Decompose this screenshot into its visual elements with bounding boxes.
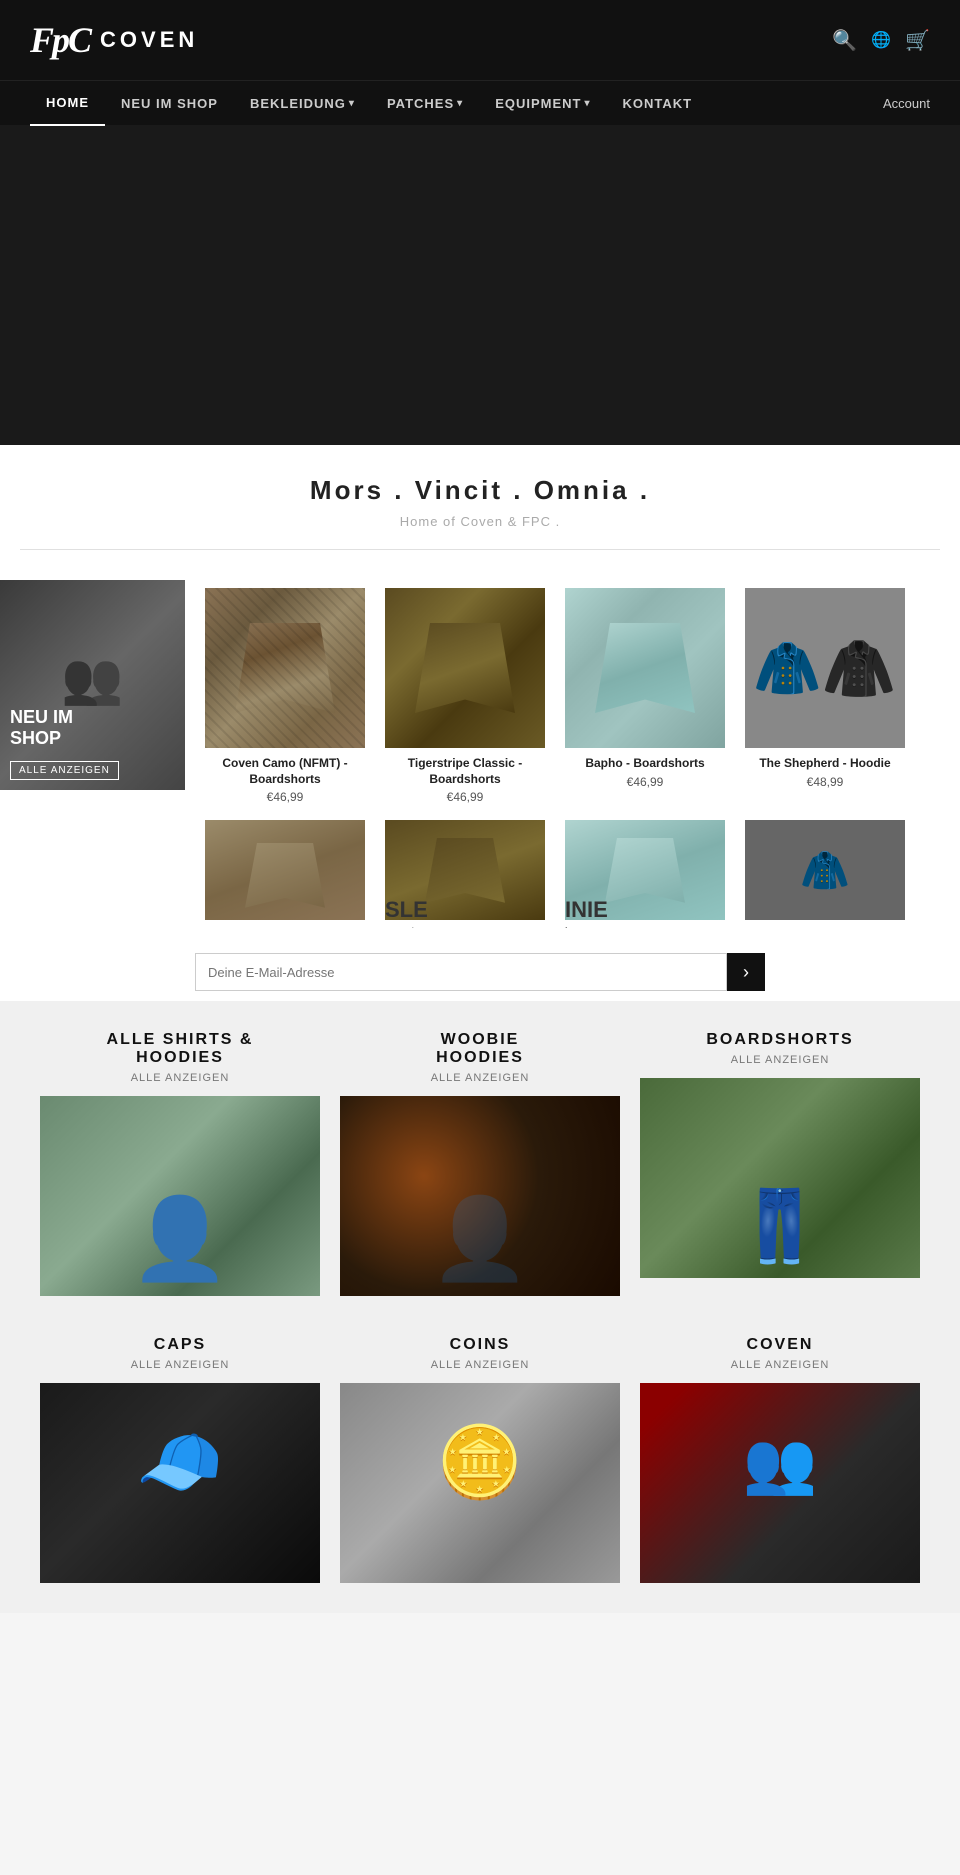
category-title: ALLE SHIRTS &HOODIES xyxy=(40,1031,320,1067)
category-coven: COVEN ALLE ANZEIGEN xyxy=(640,1336,920,1583)
product-card[interactable]: Coven Camo (NFMT) - Boardshorts €46,99 xyxy=(195,580,375,812)
products-row-1: Coven Camo (NFMT) - Boardshorts €46,99 T… xyxy=(195,580,960,812)
partial-sublabel-inie: les m xyxy=(565,926,591,928)
logo-coven: COVEN xyxy=(100,27,198,53)
site-header: FpC COVEN 🔍 🌐 🛒 xyxy=(0,0,960,80)
nav-item-equipment[interactable]: EQUIPMENT ▾ xyxy=(479,81,606,126)
category-image[interactable] xyxy=(640,1383,920,1583)
category-image[interactable] xyxy=(40,1383,320,1583)
tagline-title: Mors . Vincit . Omnia . xyxy=(20,475,940,506)
product-name: Coven Camo (NFMT) - Boardshorts xyxy=(203,756,367,787)
header-icons: 🔍 🌐 🛒 xyxy=(832,28,930,53)
main-nav: HOME NEU IM SHOP BEKLEIDUNG ▾ PATCHES ▾ … xyxy=(0,80,960,125)
category-shirts-hoodies: ALLE SHIRTS &HOODIES ALLE ANZEIGEN xyxy=(40,1031,320,1296)
category-image[interactable] xyxy=(40,1096,320,1296)
category-link[interactable]: ALLE ANZEIGEN xyxy=(40,1359,320,1371)
product-name: Bapho - Boardshorts xyxy=(563,756,727,772)
nav-item-neu[interactable]: NEU IM SHOP xyxy=(105,81,234,126)
chevron-down-icon: ▾ xyxy=(349,98,355,109)
product-card-sm[interactable]: 🧥 xyxy=(735,812,915,928)
logo[interactable]: FpC COVEN xyxy=(30,19,198,61)
product-name: The Shepherd - Hoodie xyxy=(743,756,907,772)
product-name: Tigerstripe Classic - Boardshorts xyxy=(383,756,547,787)
newsletter-submit-button[interactable]: › xyxy=(727,953,765,991)
category-link[interactable]: ALLE ANZEIGEN xyxy=(340,1359,620,1371)
product-card-sm[interactable]: SLE asse I xyxy=(375,812,555,928)
product-card[interactable]: Tigerstripe Classic - Boardshorts €46,99 xyxy=(375,580,555,812)
categories-row-2: CAPS ALLE ANZEIGEN COINS ALLE ANZEIGEN C… xyxy=(0,1326,960,1613)
category-image[interactable] xyxy=(640,1078,920,1278)
tagline-subtitle: Home of Coven & FPC . xyxy=(20,514,940,529)
product-shape xyxy=(415,623,515,713)
category-title: COVEN xyxy=(640,1336,920,1354)
category-title: WOOBIEHOODIES xyxy=(340,1031,620,1067)
chevron-down-icon: ▾ xyxy=(457,98,463,109)
cart-icon[interactable]: 🛒 xyxy=(905,28,930,53)
flag-icon[interactable]: 🌐 xyxy=(871,30,891,50)
product-price: €46,99 xyxy=(563,775,727,789)
product-image: 🧥 xyxy=(745,588,905,748)
category-image[interactable] xyxy=(340,1096,620,1296)
category-link[interactable]: ALLE ANZEIGEN xyxy=(640,1054,920,1066)
category-link[interactable]: ALLE ANZEIGEN xyxy=(340,1072,620,1084)
products-container: Coven Camo (NFMT) - Boardshorts €46,99 T… xyxy=(195,580,960,928)
newsletter-section: › xyxy=(0,948,960,1001)
category-boardshorts: BOARDSHORTS ALLE ANZEIGEN xyxy=(640,1031,920,1296)
hero-banner xyxy=(0,125,960,445)
product-card-sm[interactable] xyxy=(195,812,375,928)
category-woobie-hoodies: WOOBIEHOODIES ALLE ANZEIGEN xyxy=(340,1031,620,1296)
category-caps: CAPS ALLE ANZEIGEN xyxy=(40,1336,320,1583)
category-coins: COINS ALLE ANZEIGEN xyxy=(340,1336,620,1583)
product-price: €46,99 xyxy=(203,790,367,804)
product-image xyxy=(385,588,545,748)
product-card[interactable]: Bapho - Boardshorts €46,99 xyxy=(555,580,735,812)
nav-item-kontakt[interactable]: KONTAKT xyxy=(607,81,709,126)
neu-im-shop-card: NEU IMSHOP ALLE ANZEIGEN xyxy=(0,580,185,790)
categories-row-1: ALLE SHIRTS &HOODIES ALLE ANZEIGEN WOOBI… xyxy=(0,1001,960,1326)
category-link[interactable]: ALLE ANZEIGEN xyxy=(640,1359,920,1371)
nav-item-home[interactable]: HOME xyxy=(30,81,105,126)
account-link[interactable]: Account xyxy=(883,96,930,111)
chevron-down-icon: ▾ xyxy=(584,98,590,109)
partial-label-sle: SLE xyxy=(385,897,428,923)
search-icon[interactable]: 🔍 xyxy=(832,28,857,53)
category-image[interactable] xyxy=(340,1383,620,1583)
category-link[interactable]: ALLE ANZEIGEN xyxy=(40,1072,320,1084)
partial-sublabel-sle: asse I xyxy=(385,926,414,928)
category-title: COINS xyxy=(340,1336,620,1354)
nav-item-bekleidung[interactable]: BEKLEIDUNG ▾ xyxy=(234,81,371,126)
product-price: €48,99 xyxy=(743,775,907,789)
partial-label-inie: INIE xyxy=(565,897,608,923)
product-image xyxy=(205,588,365,748)
product-shape xyxy=(235,623,335,713)
product-section: NEU IMSHOP ALLE ANZEIGEN Coven Camo (NFM… xyxy=(0,570,960,948)
tagline-section: Mors . Vincit . Omnia . Home of Coven & … xyxy=(0,445,960,570)
products-row-2: SLE asse I INIE les m 🧥 xyxy=(195,812,960,928)
category-title: CAPS xyxy=(40,1336,320,1354)
product-image xyxy=(565,588,725,748)
divider xyxy=(20,549,940,550)
alle-anzeigen-button[interactable]: ALLE ANZEIGEN xyxy=(10,761,119,780)
nav-item-patches[interactable]: PATCHES ▾ xyxy=(371,81,479,126)
soldier-image xyxy=(0,580,185,790)
category-title: BOARDSHORTS xyxy=(640,1031,920,1049)
logo-fpc: FpC xyxy=(30,19,90,61)
newsletter-input[interactable] xyxy=(195,953,727,991)
product-card[interactable]: 🧥 The Shepherd - Hoodie €48,99 xyxy=(735,580,915,812)
neu-im-shop-label: NEU IMSHOP xyxy=(10,707,73,750)
product-card-sm[interactable]: INIE les m xyxy=(555,812,735,928)
product-shape xyxy=(595,623,695,713)
product-price: €46,99 xyxy=(383,790,547,804)
